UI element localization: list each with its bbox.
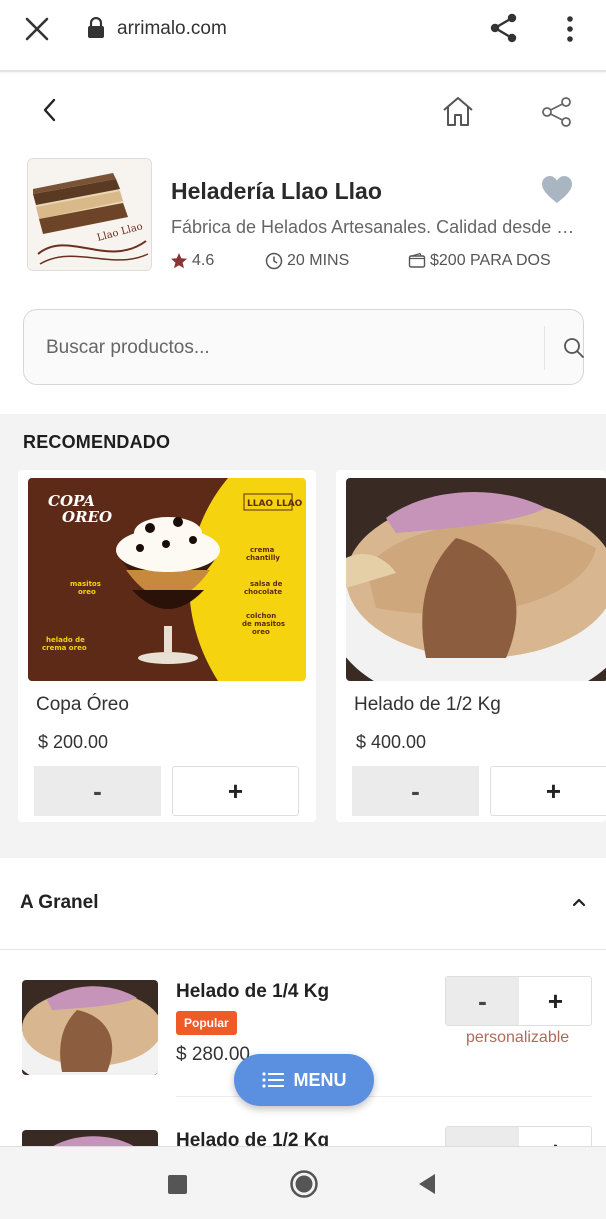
increase-button[interactable]: +	[172, 766, 299, 816]
rating-value: 4.6	[192, 252, 215, 269]
promo-label-crema-oreo: crema oreo	[42, 644, 87, 652]
customizable-note[interactable]: personalizable	[466, 1029, 569, 1047]
copa-oreo-image: COPA OREO LLAO LLAO crema chantilly masi…	[28, 478, 306, 681]
promo-label-colchon: colchon	[246, 612, 276, 620]
promo-label-salsa: salsa de	[250, 580, 283, 588]
back-triangle-icon[interactable]	[417, 1173, 437, 1195]
close-icon[interactable]	[24, 16, 50, 42]
product-price: $ 200.00	[38, 732, 109, 752]
increase-button[interactable]: +	[519, 977, 592, 1025]
search-box	[23, 309, 584, 385]
search-input[interactable]	[46, 330, 506, 366]
heart-favorite-icon[interactable]	[540, 174, 574, 206]
delivery-time-value: 20 MINS	[287, 252, 350, 269]
product-name: Helado de 1/2 Kg	[354, 694, 501, 715]
promo-brand: LLAO LLAO	[247, 499, 303, 509]
promo-label-de-masitos: de masitos	[242, 620, 285, 628]
recents-icon[interactable]	[168, 1175, 187, 1194]
product-card-helado-medio-kg[interactable]: Helado de 1/2 Kg $ 400.00 - +	[336, 470, 606, 822]
quantity-stepper: - +	[445, 976, 592, 1026]
list-icon	[261, 1072, 284, 1088]
promo-title-line2: OREO	[62, 508, 112, 526]
helado-medio-kg-image	[346, 478, 606, 681]
star-icon	[171, 253, 187, 269]
recommended-title: RECOMENDADO	[23, 432, 171, 452]
menu-button-label: MENU	[293, 1069, 347, 1090]
store-name: Heladería Llao Llao	[171, 178, 382, 204]
product-name: Helado de 1/4 Kg	[176, 981, 330, 1002]
share-outline-icon[interactable]	[540, 96, 574, 128]
product-thumbnail	[22, 980, 158, 1075]
promo-label-chantilly: chantilly	[246, 554, 280, 562]
menu-button[interactable]: MENU	[234, 1054, 374, 1106]
promo-label-oreo: oreo	[78, 588, 96, 596]
delivery-time: 20 MINS	[265, 252, 349, 270]
rating: 4.6	[170, 252, 214, 270]
share-icon[interactable]	[488, 12, 520, 44]
more-options-icon[interactable]	[560, 14, 580, 44]
decrease-button[interactable]: -	[352, 766, 479, 816]
system-navigation-bar	[0, 1146, 606, 1219]
lock-icon	[88, 17, 104, 38]
wallet-icon	[408, 252, 426, 268]
search-icon[interactable]	[562, 336, 586, 360]
promo-label-masitos: masitos	[70, 580, 101, 588]
browser-toolbar: arrimalo.com	[0, 0, 606, 72]
promo-label-crema: crema	[250, 546, 275, 554]
promo-label-chocolate: chocolate	[244, 588, 282, 596]
product-name: Copa Óreo	[36, 694, 129, 715]
home-circle-icon[interactable]	[289, 1169, 319, 1199]
product-card-copa-oreo[interactable]: COPA OREO LLAO LLAO crema chantilly masi…	[18, 470, 316, 822]
increase-button[interactable]: +	[490, 766, 606, 816]
clock-icon	[265, 252, 283, 270]
home-icon[interactable]	[440, 94, 476, 128]
promo-label-oreo-2: oreo	[252, 628, 270, 636]
chevron-up-icon[interactable]	[571, 894, 587, 910]
category-header[interactable]: A Granel	[0, 858, 606, 950]
store-logo-image: Llao Llao	[27, 158, 152, 271]
store-description: Fábrica de Helados Artesanales. Calidad …	[171, 217, 581, 237]
promo-label-helado-de: helado de	[46, 636, 85, 644]
tiramisu-image: Llao Llao	[28, 159, 151, 270]
category-title: A Granel	[20, 892, 99, 913]
divider	[176, 1096, 592, 1097]
url-text[interactable]: arrimalo.com	[117, 18, 227, 40]
price-for-two-value: $200 PARA DOS	[430, 252, 551, 269]
product-price: $ 400.00	[356, 732, 427, 752]
back-arrow-icon[interactable]	[38, 96, 62, 124]
price-for-two: $200 PARA DOS	[408, 252, 551, 270]
popular-badge: Popular	[176, 1011, 237, 1035]
decrease-button[interactable]: -	[34, 766, 161, 816]
decrease-button[interactable]: -	[446, 977, 519, 1025]
search-divider	[544, 326, 545, 370]
